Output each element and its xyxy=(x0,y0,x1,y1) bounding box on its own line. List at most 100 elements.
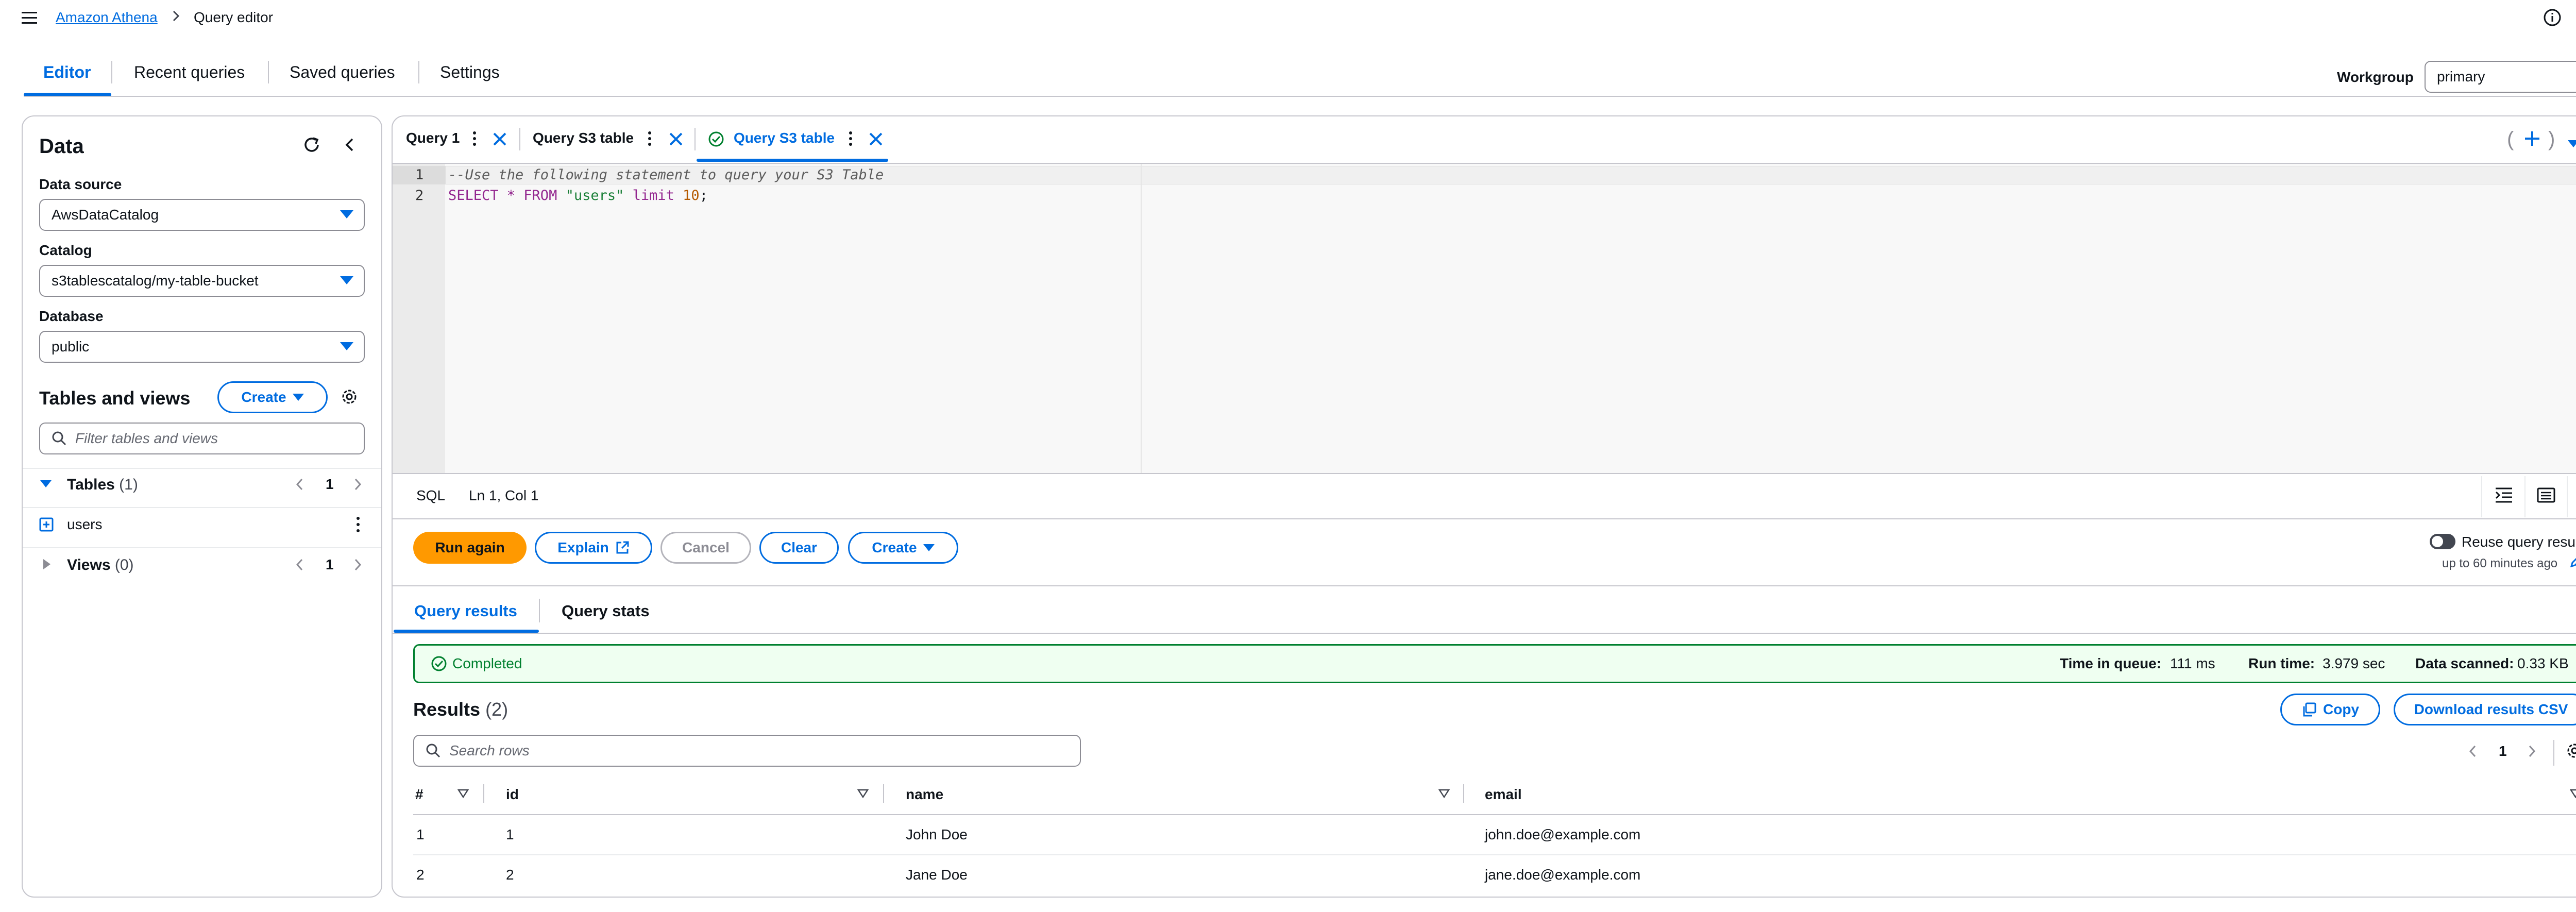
caret-collapsed-icon[interactable] xyxy=(41,558,53,571)
workgroup-select[interactable]: primary xyxy=(2425,61,2576,93)
create-label: Create xyxy=(241,389,286,405)
chevron-right-icon[interactable] xyxy=(352,477,363,492)
collapse-panel-icon[interactable] xyxy=(342,136,358,154)
chevron-right-icon[interactable] xyxy=(2527,744,2537,758)
table-preferences-gear-icon[interactable] xyxy=(2566,742,2576,759)
close-tab-icon[interactable] xyxy=(668,131,684,147)
cell-id: 2 xyxy=(506,867,514,883)
cancel-button[interactable]: Cancel xyxy=(660,532,751,564)
chevron-left-icon[interactable] xyxy=(295,477,305,492)
tab-menu-icon[interactable] xyxy=(647,130,652,147)
refresh-icon[interactable] xyxy=(302,135,321,155)
add-query-tab-icon[interactable] xyxy=(2523,130,2541,147)
format-query-icon[interactable] xyxy=(2495,486,2513,504)
caret-down-icon xyxy=(340,342,353,350)
sort-caret-icon[interactable] xyxy=(2570,788,2576,799)
breadcrumb-current: Query editor xyxy=(194,9,274,25)
sort-caret-icon[interactable] xyxy=(1438,788,1450,799)
results-page-number[interactable]: 1 xyxy=(2499,743,2507,759)
explain-label: Explain xyxy=(557,539,609,555)
column-header-email[interactable]: email xyxy=(1485,786,1522,803)
chevron-left-icon[interactable] xyxy=(295,558,305,572)
filter-tables-input[interactable]: Filter tables and views xyxy=(39,423,365,454)
create-table-button[interactable]: Create xyxy=(217,381,328,413)
editor-actions-border xyxy=(393,518,2576,519)
download-results-csv-button[interactable]: Download results CSV xyxy=(2394,694,2576,725)
clear-button[interactable]: Clear xyxy=(759,532,839,564)
data-panel-title: Data xyxy=(39,135,84,158)
copy-button[interactable]: Copy xyxy=(2280,694,2380,725)
divider xyxy=(2524,476,2526,517)
catalog-select[interactable]: s3tablescatalog/my-table-bucket xyxy=(39,265,365,297)
tables-count: (1) xyxy=(119,476,138,493)
reuse-results-sublabel: up to 60 minutes ago xyxy=(2442,556,2558,570)
code-line-comment: --Use the following statement to query y… xyxy=(448,167,884,183)
info-icon[interactable] xyxy=(2543,8,2562,27)
tables-label[interactable]: Tables (1) xyxy=(67,476,138,494)
tab-query-results[interactable]: Query results xyxy=(414,602,517,620)
sort-caret-icon[interactable] xyxy=(857,788,869,799)
tab-editor[interactable]: Editor xyxy=(43,63,91,82)
search-rows-input[interactable]: Search rows xyxy=(413,735,1081,767)
filter-placeholder: Filter tables and views xyxy=(75,430,218,446)
create-button[interactable]: Create xyxy=(848,532,958,564)
tab-menu-icon[interactable] xyxy=(472,130,477,147)
caret-expanded-icon[interactable] xyxy=(39,477,53,491)
tab-recent-queries[interactable]: Recent queries xyxy=(134,63,245,82)
table-item-users[interactable]: users xyxy=(67,516,102,533)
more-actions-icon[interactable] xyxy=(355,515,361,534)
tab-menu-icon[interactable] xyxy=(848,130,853,147)
column-header-id[interactable]: id xyxy=(506,786,519,803)
tables-label-text: Tables xyxy=(67,476,115,493)
close-tab-icon[interactable] xyxy=(492,131,508,147)
tab-settings[interactable]: Settings xyxy=(440,63,500,82)
data-panel xyxy=(22,115,382,898)
reuse-results-label: Reuse query results xyxy=(2462,534,2576,550)
tables-page-number[interactable]: 1 xyxy=(326,476,334,493)
tab-saved-queries[interactable]: Saved queries xyxy=(290,63,395,82)
line-number: 1 xyxy=(415,167,424,183)
search-icon xyxy=(426,743,441,758)
column-separator[interactable] xyxy=(483,784,484,803)
edit-pencil-icon[interactable] xyxy=(2569,553,2576,569)
explain-button[interactable]: Explain xyxy=(535,532,652,564)
column-separator[interactable] xyxy=(1463,784,1464,803)
active-query-tab-underline xyxy=(697,159,888,162)
tab-list-caret-icon[interactable] xyxy=(2568,134,2576,151)
chevron-left-icon[interactable] xyxy=(2468,744,2478,758)
data-source-select[interactable]: AwsDataCatalog xyxy=(39,199,365,231)
views-label[interactable]: Views (0) xyxy=(67,556,134,574)
close-tab-icon[interactable] xyxy=(868,131,884,147)
code-editor[interactable] xyxy=(393,164,2576,473)
divider xyxy=(2553,740,2554,766)
views-label-text: Views xyxy=(67,556,111,573)
keyboard-shortcuts-icon[interactable] xyxy=(2537,486,2555,504)
sort-caret-icon[interactable] xyxy=(457,788,469,799)
database-select[interactable]: public xyxy=(39,331,365,363)
table-header-border xyxy=(413,814,2576,815)
gear-icon[interactable] xyxy=(340,387,359,406)
breadcrumb-athena-link[interactable]: Amazon Athena xyxy=(56,9,158,26)
sql-number: 10 xyxy=(683,188,700,204)
line-number: 2 xyxy=(415,188,424,204)
query-tab-2[interactable]: Query S3 table xyxy=(533,130,634,146)
database-value: public xyxy=(52,339,90,354)
caret-down-icon xyxy=(923,544,935,551)
reuse-results-toggle[interactable] xyxy=(2430,534,2455,549)
views-page-number[interactable]: 1 xyxy=(326,556,334,573)
column-separator[interactable] xyxy=(883,784,884,803)
cell-index: 1 xyxy=(416,826,425,842)
run-time-value: 3.979 sec xyxy=(2323,655,2385,671)
results-count: (2) xyxy=(485,699,509,720)
tab-query-stats[interactable]: Query stats xyxy=(562,602,650,620)
data-source-value: AwsDataCatalog xyxy=(52,207,159,223)
query-tab-3-active[interactable]: Query S3 table xyxy=(734,130,835,146)
copy-icon xyxy=(2301,702,2317,717)
column-header-name[interactable]: name xyxy=(906,786,943,803)
cell-email: john.doe@example.com xyxy=(1485,826,1641,842)
query-tab-1[interactable]: Query 1 xyxy=(406,130,460,146)
menu-icon[interactable] xyxy=(21,10,38,26)
chevron-right-icon[interactable] xyxy=(352,558,363,572)
run-again-button[interactable]: Run again xyxy=(413,532,527,564)
tab-divider xyxy=(519,128,520,150)
